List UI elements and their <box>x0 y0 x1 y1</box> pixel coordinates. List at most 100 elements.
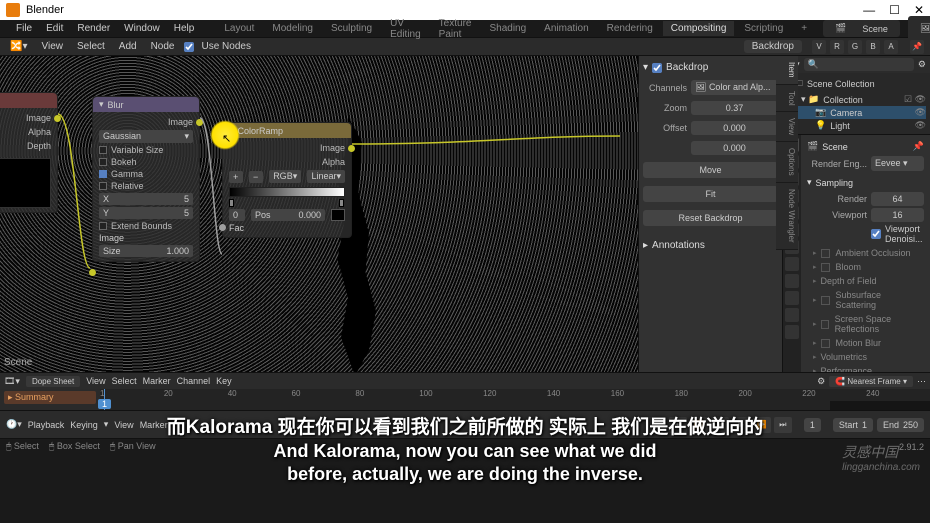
ramp-idx[interactable]: 0 <box>229 209 245 221</box>
pass-r[interactable]: R <box>830 40 844 54</box>
tab-tool[interactable]: Tool <box>776 85 798 113</box>
ds-channel[interactable]: Channel <box>177 376 211 386</box>
tl-marker[interactable]: Marker <box>140 420 168 430</box>
move-button[interactable]: Move <box>643 162 778 178</box>
colorramp-stops[interactable] <box>229 201 345 207</box>
colorramp-node[interactable]: ▾ColorRamp Image Alpha + − RGB ▾ Linear … <box>222 122 352 238</box>
blur-node[interactable]: ▾Blur Image Gaussian▾ Variable Size Boke… <box>92 96 200 262</box>
play-button[interactable]: ▶ <box>732 417 750 433</box>
ramp-del[interactable]: − <box>249 171 263 183</box>
maximize-button[interactable]: ☐ <box>889 3 900 17</box>
hdr-select[interactable]: Select <box>73 39 109 54</box>
next-key-button[interactable]: ⏩ <box>753 417 771 433</box>
props-tab-material[interactable] <box>785 325 799 339</box>
ramp-fac-socket[interactable] <box>219 224 226 231</box>
viewport-denoise[interactable]: Viewport Denoisi... <box>807 224 924 244</box>
sec-bloom[interactable]: Bloom <box>807 260 924 274</box>
ds-marker[interactable]: Marker <box>143 376 171 386</box>
blur-gamma[interactable]: Gamma <box>99 169 193 179</box>
auto-key-button[interactable]: ● <box>648 417 666 433</box>
reset-backdrop-button[interactable]: Reset Backdrop <box>643 210 778 226</box>
frame-start[interactable]: Start 1 <box>833 418 873 432</box>
workspace-modeling[interactable]: Modeling <box>264 21 321 36</box>
blur-y-field[interactable]: Y5 <box>99 207 193 219</box>
playhead[interactable]: 1 <box>104 389 105 410</box>
blur-size-field[interactable]: Size1.000 <box>99 245 193 257</box>
blur-out-image-socket[interactable] <box>196 119 203 126</box>
ds-key[interactable]: Key <box>216 376 232 386</box>
props-tab-physics[interactable] <box>785 274 799 288</box>
sec-vol[interactable]: Volumetrics <box>807 350 924 364</box>
workspace-add[interactable]: + <box>793 21 815 36</box>
colorramp-gradient[interactable] <box>229 187 345 197</box>
outliner-search[interactable]: 🔍 <box>804 58 914 71</box>
ds-filter-icon[interactable]: ⚙ <box>817 376 825 387</box>
sec-sss[interactable]: Subsurface Scattering <box>807 288 924 312</box>
workspace-animation[interactable]: Animation <box>536 21 596 36</box>
menu-edit[interactable]: Edit <box>40 21 69 36</box>
blur-node-header[interactable]: ▾Blur <box>93 97 199 112</box>
frame-end[interactable]: End 250 <box>877 418 924 432</box>
zoom-prop[interactable]: Zoom 0.37 <box>643 101 778 115</box>
tree-light[interactable]: 💡Light 👁 <box>787 119 926 132</box>
menu-window[interactable]: Window <box>118 21 166 36</box>
sec-ao[interactable]: Ambient Occlusion <box>807 246 924 260</box>
ramp-add[interactable]: + <box>229 171 243 183</box>
jump-start-button[interactable]: ⏮ <box>669 417 687 433</box>
dopesheet-mode[interactable]: Dope Sheet <box>26 376 80 387</box>
blur-extend[interactable]: Extend Bounds <box>99 221 193 231</box>
blur-relative[interactable]: Relative <box>99 181 193 191</box>
ds-misc-icon[interactable]: ⋯ <box>917 376 926 387</box>
ramp-stop-1[interactable] <box>339 199 344 207</box>
sec-mblur[interactable]: Motion Blur <box>807 336 924 350</box>
tab-view[interactable]: View <box>776 112 798 142</box>
workspace-layout[interactable]: Layout <box>216 21 262 36</box>
colorramp-header[interactable]: ▾ColorRamp <box>223 123 351 138</box>
render-engine-select[interactable]: Render Eng... Eevee ▾ <box>807 156 924 171</box>
tab-nodewrangler[interactable]: Node Wrangler <box>776 183 798 250</box>
sec-perf[interactable]: Performance <box>807 364 924 372</box>
outliner-filter-icon[interactable]: ⚙ <box>918 59 926 70</box>
node-editor-area[interactable]: ▾ Image Alpha Depth ▾Blur Image Gaussian… <box>0 56 638 372</box>
timeline-type-icon[interactable]: 🕐▾ <box>6 419 22 430</box>
ramp-color[interactable] <box>331 209 345 221</box>
blur-varsize[interactable]: Variable Size <box>99 145 193 155</box>
ramp-stop-0[interactable] <box>229 199 234 207</box>
backdrop-toggle[interactable]: Backdrop <box>744 40 802 53</box>
hdr-view[interactable]: View <box>37 39 67 54</box>
ds-select[interactable]: Select <box>112 376 137 386</box>
workspace-shading[interactable]: Shading <box>481 21 534 36</box>
scene-selector[interactable]: 🎬 Scene <box>823 20 900 37</box>
tl-view[interactable]: View <box>114 420 133 430</box>
hdr-node[interactable]: Node <box>147 39 179 54</box>
props-tab-constraint[interactable] <box>785 291 799 305</box>
use-nodes-checkbox[interactable]: Use Nodes <box>184 39 254 54</box>
fit-button[interactable]: Fit <box>643 186 778 202</box>
offset-y-prop[interactable]: 0.000 <box>643 141 778 155</box>
menu-help[interactable]: Help <box>168 21 201 36</box>
dopesheet-summary[interactable]: ▸ Summary <box>4 391 96 404</box>
render-node-header[interactable]: ▾ <box>0 93 57 108</box>
tree-scene-collection[interactable]: ▾ 🗀Scene Collection <box>787 75 926 93</box>
ds-snap[interactable]: 🧲 Nearest Frame ▾ <box>829 376 913 387</box>
render-samples[interactable]: Render 64 <box>807 192 924 206</box>
close-button[interactable]: ✕ <box>914 3 924 17</box>
editor-type-icon[interactable]: 🔀▾ <box>6 39 31 54</box>
workspace-rendering[interactable]: Rendering <box>599 21 661 36</box>
blur-in-image-socket[interactable] <box>89 269 96 276</box>
workspace-scripting[interactable]: Scripting <box>736 21 791 36</box>
offset-x-prop[interactable]: Offset 0.000 <box>643 121 778 135</box>
render-out-image-socket[interactable] <box>54 115 61 122</box>
menu-render[interactable]: Render <box>71 21 116 36</box>
blur-bokeh[interactable]: Bokeh <box>99 157 193 167</box>
dopesheet-type-icon[interactable]: 🎞▾ <box>4 376 20 387</box>
channels-prop[interactable]: Channels 🖼 Color and Alp... <box>643 80 778 95</box>
minimize-button[interactable]: — <box>863 3 875 17</box>
sec-ssr[interactable]: Screen Space Reflections <box>807 312 924 336</box>
ramp-out-image-socket[interactable] <box>348 145 355 152</box>
ramp-mode[interactable]: RGB ▾ <box>269 170 301 183</box>
backdrop-checkbox[interactable] <box>652 63 662 73</box>
workspace-uv[interactable]: UV Editing <box>382 16 429 42</box>
sec-dof[interactable]: Depth of Field <box>807 274 924 288</box>
workspace-compositing[interactable]: Compositing <box>663 21 735 36</box>
